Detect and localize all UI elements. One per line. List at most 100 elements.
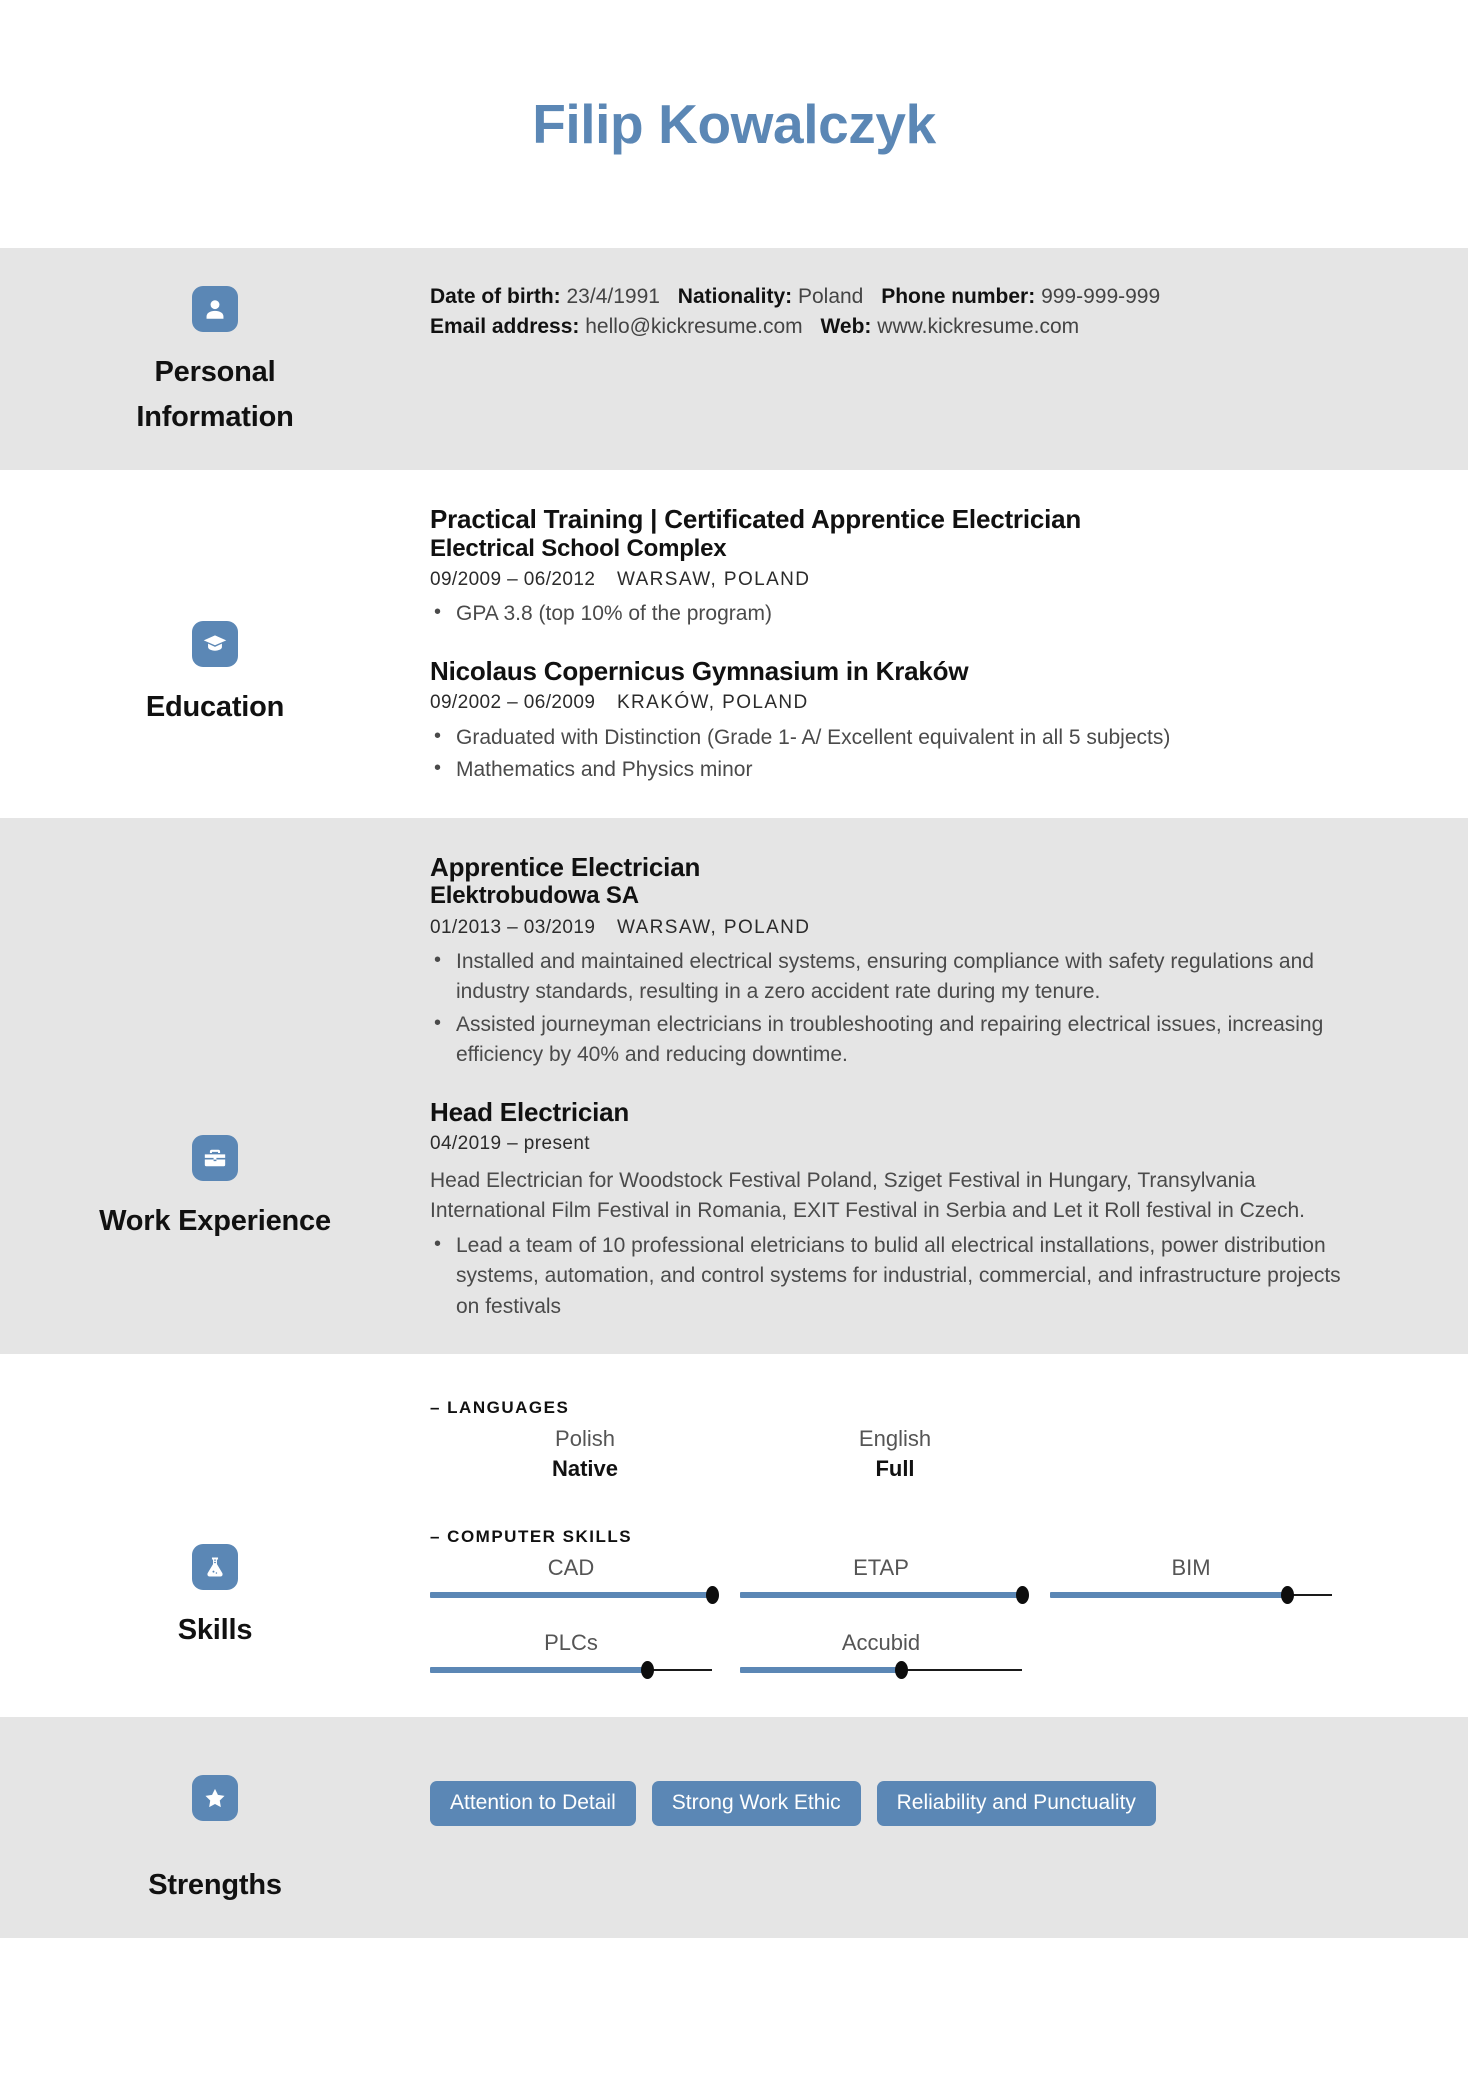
education-entry-meta: 09/2002 – 06/2009 KRAKÓW, POLAND (430, 688, 1348, 718)
language-item: English Full (740, 1424, 1050, 1483)
education-entry-title: Nicolaus Copernicus Gymnasium in Kraków (430, 655, 969, 686)
education-entry-dates: 09/2002 – 06/2009 (430, 692, 596, 714)
briefcase-icon (192, 1135, 238, 1182)
work-entry-location: WARSAW, POLAND (616, 916, 811, 938)
star-icon (192, 1774, 238, 1821)
section-body-work: Apprentice Electrician Elektrobudowa SA … (430, 818, 1468, 1354)
work-entry-dates: 04/2019 – present (430, 1133, 590, 1155)
list-item: Installed and maintained electrical syst… (434, 946, 1348, 1008)
work-entry-meta: 04/2019 – present (430, 1129, 1348, 1159)
skill-item-bim: BIM (1050, 1553, 1360, 1605)
skill-item-placeholder (1050, 1628, 1360, 1677)
work-entry-bullets: Installed and maintained electrical syst… (430, 946, 1348, 1071)
list-item: Graduated with Distinction (Grade 1- A/ … (434, 722, 1348, 753)
field-label-date-of-birth: Date of birth: (430, 285, 561, 308)
skill-item-etap: ETAP (740, 1553, 1050, 1605)
graduation-cap-icon (192, 621, 238, 668)
skill-item-cad: CAD (430, 1553, 740, 1605)
field-value-nationality: Poland (797, 285, 864, 308)
status-badge: Strong Work Ethic (651, 1780, 861, 1827)
section-label-personal: Personal Information (136, 350, 293, 440)
skill-slider[interactable] (430, 1586, 719, 1605)
resume-header: Filip Kowalczyk (0, 0, 1468, 248)
language-name: Polish (555, 1426, 615, 1451)
field-label-email-address: Email address: (430, 315, 580, 339)
skill-knob[interactable] (1280, 1586, 1294, 1605)
section-label-education: Education (145, 691, 285, 724)
skill-knob[interactable] (706, 1586, 719, 1605)
skill-item-accubid: Accubid (740, 1628, 1050, 1679)
education-entry-dates: 09/2009 – 06/2012 (430, 568, 596, 590)
section-body-personal: Date of birth: 23/4/1991 Nationality: Po… (430, 248, 1468, 470)
skill-knob[interactable] (641, 1660, 655, 1679)
skill-slider[interactable] (740, 1586, 1029, 1605)
section-aside-education: Education (0, 470, 430, 818)
skill-slider[interactable] (1050, 1586, 1332, 1605)
work-entry-title: Head Electrician (430, 1096, 630, 1127)
field-label-web: Web: (820, 315, 872, 339)
skill-item-plcs: PLCs (430, 1628, 740, 1679)
languages-row: Polish Native English Full (430, 1424, 1360, 1483)
page-title: Filip Kowalczyk (532, 92, 936, 155)
work-entry: Apprentice Electrician Elektrobudowa SA … (430, 852, 1348, 1071)
skills-group-title-languages: – LANGUAGES (430, 1398, 570, 1417)
work-entry-bullets: Lead a team of 10 professional eletricia… (430, 1230, 1348, 1322)
education-entry-bullets: Graduated with Distinction (Grade 1- A/ … (430, 722, 1348, 786)
language-item: Polish Native (430, 1424, 740, 1483)
section-aside-work: Work Experience (0, 818, 430, 1354)
skill-name: CAD (547, 1555, 595, 1581)
computer-skills-row-1: CAD ETAP BIM (430, 1553, 1360, 1605)
field-label-nationality: Nationality: (677, 285, 793, 308)
section-skills: Skills – LANGUAGES Polish Native English… (0, 1354, 1468, 1717)
skill-name: ETAP (853, 1555, 909, 1581)
education-entry: Practical Training | Certificated Appren… (430, 504, 1348, 630)
status-badge: Attention to Detail (430, 1780, 636, 1827)
skill-fill (740, 1592, 1022, 1599)
work-entry-company: Elektrobudowa SA (430, 882, 639, 910)
work-entry-dates: 01/2013 – 03/2019 (430, 916, 596, 938)
resume-page: Filip Kowalczyk Personal Information Dat… (0, 0, 1468, 2076)
skill-fill (740, 1666, 901, 1673)
skill-name: PLCs (544, 1630, 598, 1656)
section-strengths: Strengths Attention to Detail Strong Wor… (0, 1716, 1468, 1938)
flask-icon (192, 1544, 238, 1591)
work-entry-meta: 01/2013 – 03/2019 WARSAW, POLAND (430, 913, 1348, 943)
list-item: GPA 3.8 (top 10% of the program) (434, 598, 1348, 629)
section-aside-strengths: Strengths (0, 1717, 430, 1938)
skill-knob[interactable] (1016, 1586, 1029, 1605)
skills-group-languages: – LANGUAGES Polish Native English Full (430, 1398, 1360, 1483)
work-entry-description: Head Electrician for Woodstock Festival … (430, 1168, 1305, 1223)
education-entry-location: WARSAW, POLAND (616, 568, 811, 590)
section-label-skills: Skills (177, 1614, 253, 1647)
section-label-personal-line1: Personal (154, 356, 276, 388)
computer-skills-row-2: PLCs Accubid (430, 1628, 1360, 1679)
education-entry: Nicolaus Copernicus Gymnasium in Kraków … (430, 656, 1348, 786)
list-item: Lead a team of 10 professional eletricia… (434, 1230, 1348, 1322)
skill-knob[interactable] (894, 1660, 908, 1679)
language-level: Native (551, 1455, 619, 1481)
strengths-list: Attention to Detail Strong Work Ethic Re… (430, 1780, 1348, 1827)
skill-name: Accubid (841, 1630, 921, 1656)
skill-slider[interactable] (740, 1660, 1022, 1679)
skill-name: BIM (1171, 1555, 1211, 1581)
skill-slider[interactable] (430, 1660, 712, 1679)
section-body-education: Practical Training | Certificated Appren… (430, 470, 1468, 818)
section-aside-skills: Skills (0, 1354, 430, 1717)
section-personal-information: Personal Information Date of birth: 23/4… (0, 248, 1468, 470)
personal-info-line-1: Date of birth: 23/4/1991 Nationality: Po… (430, 282, 1348, 312)
section-aside-personal: Personal Information (0, 248, 430, 470)
section-education: Education Practical Training | Certifica… (0, 469, 1468, 818)
skills-group-computer: – COMPUTER SKILLS CAD ETAP BIM PLCs Accu… (430, 1527, 1360, 1679)
section-body-skills: – LANGUAGES Polish Native English Full –… (430, 1354, 1468, 1717)
education-entry-meta: 09/2009 – 06/2012 WARSAW, POLAND (430, 565, 1348, 595)
field-value-web[interactable]: www.kickresume.com (877, 315, 1079, 338)
education-entry-title: Practical Training | Certificated Appren… (430, 503, 1082, 534)
field-value-email-address[interactable]: hello@kickresume.com (585, 315, 802, 338)
section-body-strengths: Attention to Detail Strong Work Ethic Re… (430, 1717, 1468, 1938)
section-label-personal-line2: Information (136, 400, 294, 433)
skill-fill (430, 1666, 648, 1673)
language-name: English (858, 1426, 932, 1451)
education-entry-location: KRAKÓW, POLAND (616, 692, 809, 714)
section-label-strengths: Strengths (148, 1868, 282, 1901)
skill-fill (1050, 1592, 1287, 1599)
